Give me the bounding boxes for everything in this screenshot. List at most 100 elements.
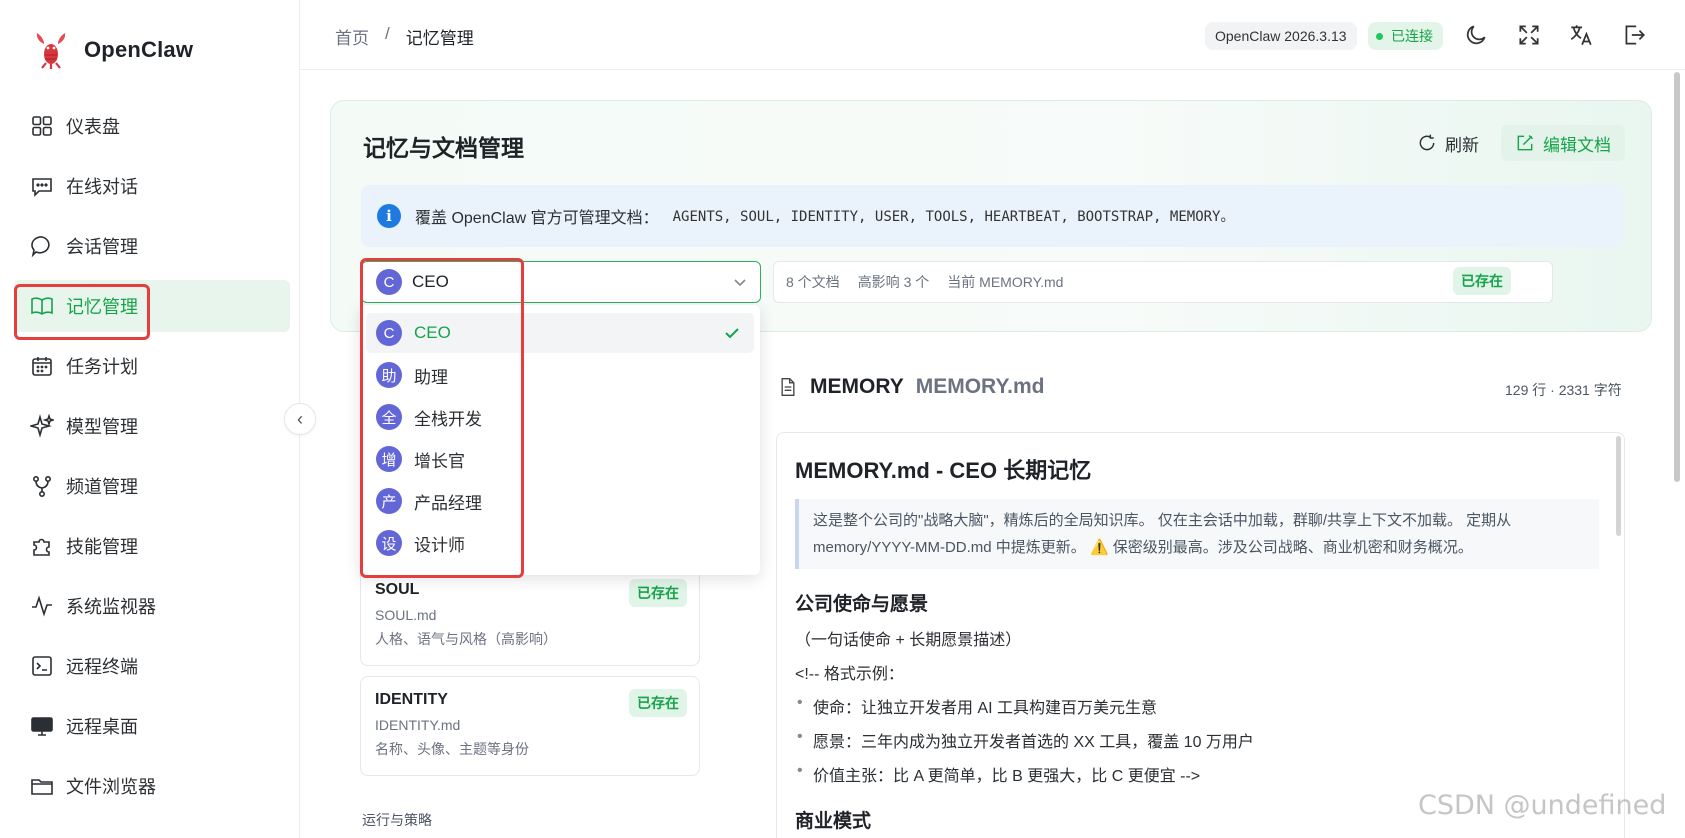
sidebar-item-remote-desktop[interactable]: 远程桌面 [14,700,290,752]
breadcrumb-home[interactable]: 首页 [335,24,369,49]
doc-file: IDENTITY.md [375,717,461,733]
refresh-button[interactable]: 刷新 [1403,125,1493,161]
sidebar-item-label: 记忆管理 [66,297,138,317]
branch-icon [30,474,54,498]
top-header: 首页 / 记忆管理 OpenClaw 2026.3.13 已连接 [300,0,1685,70]
translate-icon[interactable] [1568,22,1594,48]
md-paragraph: （一句话使命 + 长期愿景描述） [795,632,1022,649]
doc-card-soul[interactable]: SOUL SOUL.md 人格、语气与风格（高影响） 已存在 [360,566,700,666]
sidebar-item-label: 仪表盘 [66,117,120,137]
lobster-logo-icon [36,33,66,69]
dropdown-option-pm[interactable]: 产 产品经理 [366,481,754,521]
dropdown-option-assistant[interactable]: 助 助理 [366,355,754,395]
sparkle-icon [30,414,54,438]
current-doc: 当前 MEMORY.md [947,274,1064,290]
panel-title: 记忆与文档管理 [363,135,524,161]
sidebar-item-monitor[interactable]: 系统监视器 [14,580,290,632]
sidebar-item-label: 远程终端 [66,657,138,677]
edit-icon [1517,134,1534,151]
brand[interactable]: OpenClaw [32,30,193,70]
memory-panel: 记忆与文档管理 刷新 编辑文档 i 覆盖 OpenClaw 官方可管理文档： A… [330,100,1652,332]
option-label: 增长官 [414,451,465,471]
option-label: 设计师 [414,535,465,555]
md-list-item: 愿景：三年内成为独立开发者首选的 XX 工具，覆盖 10 万用户 [795,728,1606,752]
logout-icon[interactable] [1621,22,1647,48]
agent-dropdown-menu: C CEO 助 助理 全 全栈开发 增 增长官 产 产品经理 设 设计师 [360,305,760,575]
watermark: CSDN @undefined [1418,790,1667,821]
dropdown-option-fullstack[interactable]: 全 全栈开发 [366,397,754,437]
app-name: OpenClaw [84,37,194,62]
document-header: MEMORY MEMORY.md [778,375,1044,399]
md-blockquote: 这是整个公司的"战略大脑"，精炼后的全局知识库。 仅在主会话中加载，群聊/共享上… [795,499,1599,569]
sidebar-item-label: 会话管理 [66,237,138,257]
sidebar: OpenClaw 仪表盘 在线对话 会话管理 记忆管理 任务计划 模型管理 频道… [0,0,300,838]
avatar: 助 [376,362,402,388]
status-badge: 已存在 [1453,267,1511,295]
doc-desc: 人格、语气与风格（高影响） [375,631,557,647]
sidebar-item-label: 模型管理 [66,417,138,437]
doc-card-identity[interactable]: IDENTITY IDENTITY.md 名称、头像、主题等身份 已存在 [360,676,700,776]
sidebar-item-files[interactable]: 文件浏览器 [14,760,290,812]
dropdown-option-ceo[interactable]: C CEO [366,313,754,353]
sidebar-item-label: 系统监视器 [66,597,156,617]
connection-status-badge: 已连接 [1368,22,1443,50]
collapse-sidebar-button[interactable]: ‹ [284,403,316,435]
sidebar-item-chat[interactable]: 在线对话 [14,160,290,212]
folder-icon [30,774,54,798]
md-heading-2: 公司使命与愿景 [795,594,929,615]
terminal-icon [30,654,54,678]
book-icon [30,294,54,318]
option-label: 产品经理 [414,493,482,513]
md-list-item: 价值主张：比 A 更简单，比 B 更强大，比 C 更便宜 --> [795,762,1606,786]
doc-file: SOUL.md [375,607,437,623]
sidebar-item-terminal[interactable]: 远程终端 [14,640,290,692]
sidebar-item-sessions[interactable]: 会话管理 [14,220,290,272]
file-icon [781,378,795,396]
document-title: MEMORY [810,375,904,398]
md-heading-1: MEMORY.md - CEO 长期记忆 [795,458,1092,483]
edit-document-button[interactable]: 编辑文档 [1501,125,1625,161]
sidebar-item-channels[interactable]: 频道管理 [14,460,290,512]
moon-icon[interactable] [1463,22,1489,48]
version-badge: OpenClaw 2026.3.13 [1205,22,1357,50]
refresh-label: 刷新 [1445,135,1479,155]
sidebar-item-label: 远程桌面 [66,717,138,737]
markdown-preview[interactable]: MEMORY.md - CEO 长期记忆 这是整个公司的"战略大脑"，精炼后的全… [776,432,1625,838]
info-doc-list: AGENTS, SOUL, IDENTITY, USER, TOOLS, HEA… [672,209,1235,225]
avatar: 产 [376,488,402,514]
dropdown-option-growth[interactable]: 增 增长官 [366,439,754,479]
sidebar-item-memory[interactable]: 记忆管理 [14,280,290,332]
dropdown-option-designer[interactable]: 设 设计师 [366,523,754,563]
preview-scrollbar[interactable] [1616,436,1621,536]
calendar-icon [30,354,54,378]
sidebar-item-skills[interactable]: 技能管理 [14,520,290,572]
status-badge: 已存在 [629,579,687,607]
breadcrumb-separator: / [385,24,390,43]
sidebar-item-label: 技能管理 [66,537,138,557]
doc-desc: 名称、头像、主题等身份 [375,741,529,757]
option-label: 助理 [414,367,448,387]
sidebar-item-dashboard[interactable]: 仪表盘 [14,100,290,152]
puzzle-icon [30,534,54,558]
fullscreen-icon[interactable] [1516,22,1542,48]
sidebar-item-models[interactable]: 模型管理 [14,400,290,452]
doc-section-label: 运行与策略 [362,812,432,828]
status-dot-icon [1376,32,1383,40]
agent-select[interactable]: C CEO [361,261,761,303]
sidebar-item-label: 任务计划 [66,357,138,377]
page-scrollbar[interactable] [1674,72,1680,482]
sidebar-item-label: 文件浏览器 [66,777,156,797]
refresh-icon [1419,134,1435,151]
avatar: C [376,320,402,346]
connection-status-text: 已连接 [1391,28,1433,44]
document-meta-bar: 8 个文档 高影响 3 个 当前 MEMORY.md [773,261,1553,303]
check-icon [722,323,742,343]
md-quote-line: memory/YYYY-MM-DD.md 中提炼更新。 ⚠️ 保密级别最高。涉及… [813,539,1473,556]
doc-count: 8 个文档 [786,274,840,290]
sidebar-item-tasks[interactable]: 任务计划 [14,340,290,392]
avatar: C [376,269,402,295]
chat-icon [30,174,54,198]
agent-select-value: CEO [412,272,449,291]
md-quote-line: 这是整个公司的"战略大脑"，精炼后的全局知识库。 仅在主会话中加载，群聊/共享上… [813,512,1512,529]
dashboard-icon [30,114,54,138]
